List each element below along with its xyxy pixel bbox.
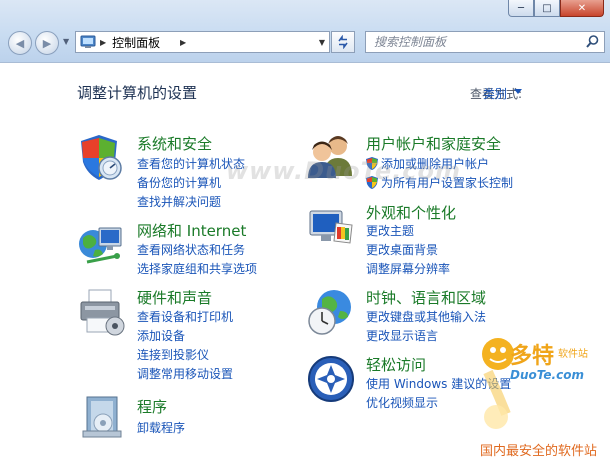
printer-icon[interactable]: [77, 288, 127, 338]
shield-icon[interactable]: [77, 132, 127, 182]
view-by-dropdown-arrow-icon[interactable]: [514, 89, 522, 94]
category-title-user-accounts[interactable]: 用户帐户和家庭安全: [366, 133, 501, 154]
address-bar[interactable]: ▶ 控制面板 ▶ ▼: [75, 31, 330, 53]
link-add-device[interactable]: 添加设备: [137, 327, 185, 344]
category-title-programs[interactable]: 程序: [137, 396, 167, 417]
category-title-ease-of-access[interactable]: 轻松访问: [366, 354, 426, 375]
link-homegroup-sharing[interactable]: 选择家庭组和共享选项: [137, 260, 257, 277]
breadcrumb-control-panel[interactable]: 控制面板: [112, 34, 315, 51]
link-backup-computer[interactable]: 备份您的计算机: [137, 174, 221, 191]
control-panel-window: ─ □ ✕ ◀ ▶ ▼ ▶ 控制面板 ▶ ▼ 搜索控制面板 调整计算机的设置 查…: [0, 0, 610, 476]
link-devices-printers[interactable]: 查看设备和打印机: [137, 308, 233, 325]
link-change-theme[interactable]: 更改主题: [366, 222, 414, 239]
link-optimize-video[interactable]: 优化视频显示: [366, 394, 438, 411]
view-by-dropdown[interactable]: 类别: [483, 85, 507, 102]
link-change-display-language[interactable]: 更改显示语言: [366, 327, 438, 344]
display-palette-icon[interactable]: [306, 203, 356, 253]
page-title: 调整计算机的设置: [77, 84, 198, 102]
link-view-network-status[interactable]: 查看网络状态和任务: [137, 241, 245, 258]
history-dropdown-icon[interactable]: ▼: [63, 37, 69, 46]
brand-name: 多特: [510, 344, 555, 369]
back-arrow-icon: ◀: [15, 36, 25, 50]
title-bar: ─ □ ✕ ◀ ▶ ▼ ▶ 控制面板 ▶ ▼: [0, 0, 610, 62]
watermark-text: www.DuoTe.com: [226, 157, 461, 185]
window-controls: ─ □ ✕: [508, 0, 604, 17]
link-mobility-settings[interactable]: 调整常用移动设置: [137, 365, 233, 382]
link-find-fix-problems[interactable]: 查找并解决问题: [137, 193, 221, 210]
programs-icon[interactable]: [77, 391, 127, 441]
network-globe-icon[interactable]: [77, 220, 127, 270]
brand-url: DuoTe.com: [510, 368, 584, 382]
maximize-button[interactable]: □: [534, 0, 560, 17]
link-desktop-background[interactable]: 更改桌面背景: [366, 241, 438, 258]
brand-subtitle: 软件站: [558, 349, 588, 360]
back-button[interactable]: ◀: [8, 31, 32, 55]
breadcrumb-chevron-icon[interactable]: ▶: [100, 38, 106, 47]
link-uninstall-program[interactable]: 卸载程序: [137, 419, 185, 436]
search-input[interactable]: [372, 32, 583, 52]
category-title-hardware-sound[interactable]: 硬件和声音: [137, 287, 212, 308]
category-title-appearance[interactable]: 外观和个性化: [366, 202, 456, 223]
category-title-network-internet[interactable]: 网络和 Internet: [137, 220, 246, 241]
ease-of-access-icon[interactable]: [306, 354, 356, 404]
link-screen-resolution[interactable]: 调整屏幕分辨率: [366, 260, 450, 277]
refresh-icon: [338, 35, 348, 49]
close-button[interactable]: ✕: [560, 0, 604, 17]
brand-tagline: 国内最安全的软件站: [480, 444, 598, 459]
control-panel-icon: [80, 35, 96, 48]
link-change-input-method[interactable]: 更改键盘或其他输入法: [366, 308, 486, 325]
search-icon[interactable]: [583, 33, 601, 51]
search-box[interactable]: [365, 31, 605, 53]
link-connect-projector[interactable]: 连接到投影仪: [137, 346, 209, 363]
refresh-button[interactable]: [331, 31, 355, 53]
minimize-button[interactable]: ─: [508, 0, 534, 17]
address-dropdown-icon[interactable]: ▼: [315, 38, 329, 47]
category-title-clock-language[interactable]: 时钟、语言和区域: [366, 287, 486, 308]
forward-button[interactable]: ▶: [35, 31, 59, 55]
breadcrumb-chevron-icon[interactable]: ▶: [180, 38, 186, 47]
category-title-system-security[interactable]: 系统和安全: [137, 133, 212, 154]
forward-arrow-icon: ▶: [42, 36, 52, 50]
globe-clock-icon[interactable]: [306, 287, 356, 337]
